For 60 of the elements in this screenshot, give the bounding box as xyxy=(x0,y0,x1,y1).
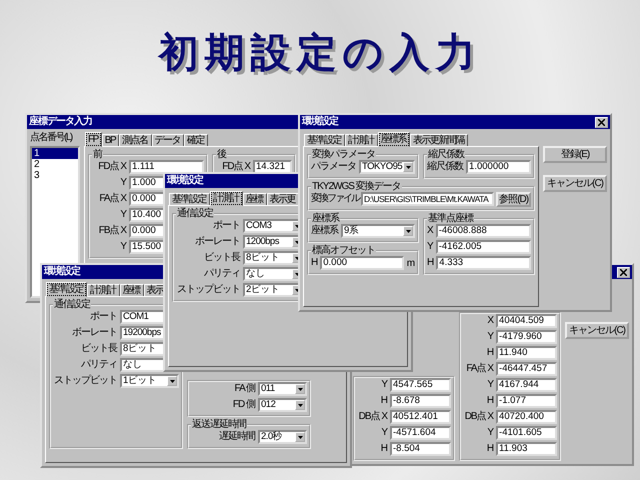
field-label: Y xyxy=(119,209,126,221)
group-title: 変換パラメータ xyxy=(311,149,376,160)
window-title: 座標データ入力 xyxy=(29,116,92,128)
field-label: FA 側 xyxy=(234,383,255,395)
field-label: ポート xyxy=(89,311,117,323)
unit-label: m xyxy=(406,258,416,268)
field-label: H xyxy=(427,257,434,269)
field-label: ポート xyxy=(212,220,240,232)
field-label: Y xyxy=(486,331,494,343)
field-label: Y xyxy=(380,379,387,391)
field-label: Y xyxy=(427,241,433,253)
field-label: H xyxy=(486,347,494,359)
field-label: FD 側 xyxy=(232,399,255,411)
field-label: 座標系 xyxy=(311,225,338,237)
field-label: H xyxy=(486,443,494,455)
field-label: ストップビット xyxy=(53,375,117,387)
group-title: TKY2WGS 変換データ xyxy=(311,181,402,192)
slide-title: 初期設定の入力 xyxy=(158,29,482,78)
field-label: X xyxy=(427,225,433,237)
group-title: 縮尺係数 xyxy=(427,149,466,160)
window-title: 環境設定 xyxy=(302,116,338,128)
field-label: 縮尺係数 xyxy=(427,161,464,173)
group-title: 座標系 xyxy=(311,213,340,224)
group-title: 通信設定 xyxy=(53,299,90,310)
window-title: 環境設定 xyxy=(167,175,203,187)
field-label: FA点 X xyxy=(98,193,126,205)
group-title: 通信設定 xyxy=(176,208,214,219)
field-label: H xyxy=(380,443,387,455)
group-title: 前 xyxy=(92,149,103,160)
field-label: ビット長 xyxy=(203,252,240,264)
field-label: パリティ xyxy=(203,268,240,280)
field-label: パラメータ xyxy=(311,161,356,173)
field-label: ストップビット xyxy=(176,284,240,296)
field-label: ビット長 xyxy=(80,343,117,355)
field-label: FD点 X xyxy=(97,161,126,173)
field-label: DB点 X xyxy=(464,411,494,423)
field-label: H xyxy=(486,395,494,407)
field-label: DB点 X xyxy=(358,411,387,423)
group-title: 返送遅延時間 xyxy=(191,419,247,430)
field-label: 遅延時間 xyxy=(218,431,255,443)
field-label: Y xyxy=(486,427,494,439)
field-label: Y xyxy=(119,177,126,189)
field-label: X xyxy=(486,315,494,327)
field-label: FD点 X xyxy=(221,161,250,173)
field-label: Y xyxy=(486,379,494,391)
window-title: 環境設定 xyxy=(44,266,80,278)
field-label: ボーレート xyxy=(194,236,240,248)
list-label: 点名番号(L) xyxy=(30,132,74,144)
field-label: FB点 X xyxy=(98,225,126,237)
group-title: 後 xyxy=(216,149,227,160)
field-label: FA点 X xyxy=(465,363,494,375)
field-label: パリティ xyxy=(80,359,117,371)
field-label: ボーレート xyxy=(71,327,117,339)
group-title: 標高オフセット xyxy=(311,245,376,256)
field-label: 変換ファイル xyxy=(311,193,359,205)
field-label: H xyxy=(380,395,387,407)
group-title: 基準点座標 xyxy=(427,213,474,224)
field-label: Y xyxy=(119,241,126,253)
field-label: H xyxy=(311,257,318,269)
field-label: Y xyxy=(380,427,387,439)
